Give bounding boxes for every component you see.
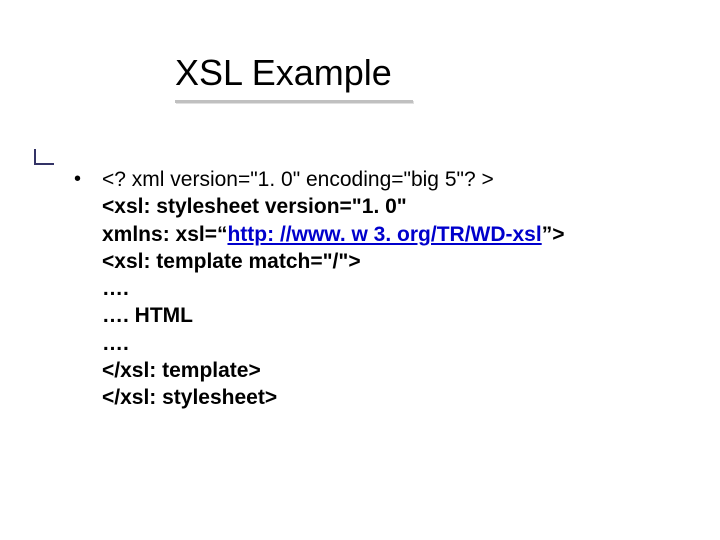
code-line: <xsl: template match="/"> bbox=[102, 248, 674, 275]
code-line: …. bbox=[102, 330, 674, 357]
title-underline bbox=[175, 100, 413, 103]
code-line: …. HTML bbox=[102, 302, 674, 329]
code-line: <xsl: stylesheet version="1. 0" bbox=[102, 193, 674, 220]
code-line: </xsl: template> bbox=[102, 357, 674, 384]
bullet-item: • <? xml version="1. 0" encoding="big 5"… bbox=[74, 166, 674, 412]
decorative-corner-rule bbox=[34, 149, 54, 165]
slide-body: • <? xml version="1. 0" encoding="big 5"… bbox=[74, 166, 674, 412]
slide-title: XSL Example bbox=[175, 52, 413, 94]
xmlns-link[interactable]: http: //www. w 3. org/TR/WD-xsl bbox=[227, 223, 541, 246]
code-line: <? xml version="1. 0" encoding="big 5"? … bbox=[102, 166, 674, 193]
code-text: xmlns: xsl=“ bbox=[102, 223, 227, 246]
code-line: …. bbox=[102, 275, 674, 302]
code-block: <? xml version="1. 0" encoding="big 5"? … bbox=[102, 166, 674, 412]
code-text: ”> bbox=[542, 223, 565, 246]
slide-title-block: XSL Example bbox=[175, 52, 413, 103]
bullet-glyph: • bbox=[74, 166, 102, 193]
code-line: xmlns: xsl=“http: //www. w 3. org/TR/WD-… bbox=[102, 221, 674, 248]
code-line: </xsl: stylesheet> bbox=[102, 384, 674, 411]
